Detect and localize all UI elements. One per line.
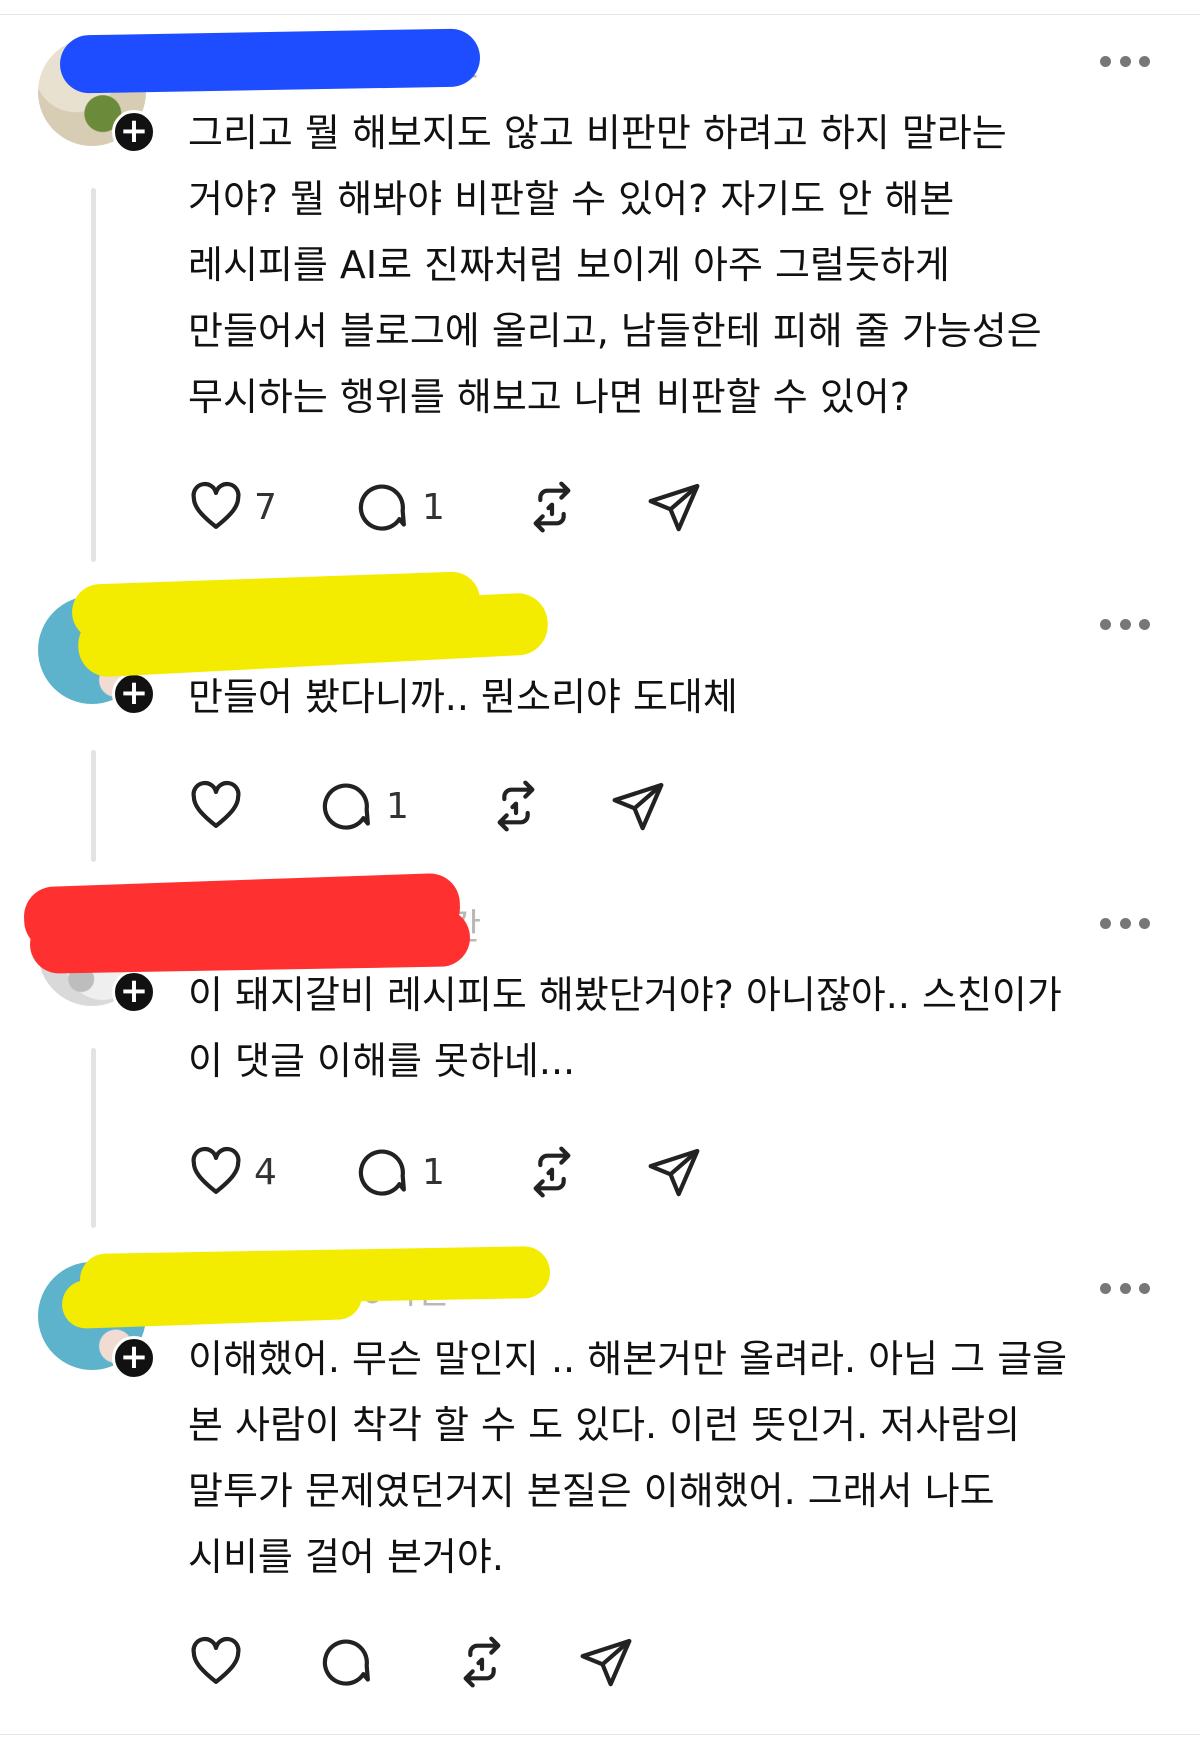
heart-icon (191, 481, 241, 529)
repost-icon (533, 481, 571, 533)
reply-button[interactable] (320, 1632, 376, 1692)
reply-count: 1 (422, 486, 445, 528)
follow-button[interactable]: + (112, 110, 156, 154)
more-icon[interactable] (1100, 55, 1150, 67)
comment-icon (322, 783, 370, 830)
text-line: 이 돼지갈비 레시피도 해봤단거야? 아니잖아.. 스친이가 (188, 973, 1062, 1017)
comment-text: 이 돼지갈비 레시피도 해봤단거야? 아니잖아.. 스친이가 이 댓글 이해를 … (188, 962, 1148, 1094)
reply-count: 1 (386, 785, 409, 827)
comment-text: 이해했어. 무슨 말인지 .. 해본거만 올려라. 아님 그 글을 본 사람이 … (188, 1326, 1148, 1590)
text-line: 만들어 봤다니까.. 뭔소리야 도대체 (188, 675, 738, 719)
repost-button[interactable] (524, 477, 580, 537)
comment-icon (358, 1149, 406, 1196)
text-line: 무시하는 행위를 해보고 나면 비판할 수 있어? (188, 375, 910, 419)
thread-line (91, 1048, 96, 1228)
text-line: 레시피를 AI로 진짜처럼 보이게 아주 그럴듯하게 (188, 243, 950, 287)
share-button[interactable] (646, 477, 702, 537)
heart-icon (191, 1146, 241, 1194)
like-count: 7 (254, 486, 277, 528)
follow-button[interactable]: + (112, 672, 156, 716)
reply-count: 1 (422, 1151, 445, 1193)
more-icon[interactable] (1100, 618, 1150, 630)
redaction-scribble (61, 1270, 363, 1330)
comment-text: 만들어 봤다니까.. 뭔소리야 도대체 (188, 664, 1148, 730)
more-icon[interactable] (1100, 1282, 1150, 1294)
like-button[interactable] (188, 776, 244, 836)
send-icon (580, 1638, 632, 1687)
send-icon (648, 483, 700, 532)
text-line: 말투가 문제였던거지 본질은 이해했어. 그래서 나도 (188, 1469, 995, 1513)
action-bar: 1 (188, 776, 788, 836)
text-line: 이 댓글 이해를 못하네... (188, 1039, 576, 1083)
reply-button[interactable]: 1 (320, 776, 409, 836)
repost-button[interactable] (524, 1142, 580, 1202)
text-line: 시비를 걸어 본거야. (188, 1535, 504, 1579)
comment-text: 그리고 뭘 해보지도 않고 비판만 하려고 하지 말라는 거야? 뭘 해봐야 비… (188, 100, 1148, 430)
heart-icon (191, 1636, 241, 1684)
repost-icon (533, 1146, 571, 1198)
send-icon (612, 782, 664, 831)
repost-icon (463, 1636, 501, 1688)
more-icon[interactable] (1100, 917, 1150, 929)
text-line: 이해했어. 무슨 말인지 .. 해본거만 올려라. 아님 그 글을 (188, 1337, 1068, 1381)
top-divider (0, 14, 1200, 15)
repost-button[interactable] (454, 1632, 510, 1692)
repost-button[interactable] (488, 776, 544, 836)
text-line: 거야? 뭘 해봐야 비판할 수 있어? 자기도 안 해본 (188, 177, 955, 221)
reply-button[interactable]: 1 (356, 1142, 445, 1202)
text-line: 본 사람이 착각 할 수 도 있다. 이런 뜻인거. 저사람의 (188, 1403, 1021, 1447)
share-button[interactable] (646, 1142, 702, 1202)
text-line: 그리고 뭘 해보지도 않고 비판만 하려고 하지 말라는 (188, 111, 1007, 155)
text-line: 만들어서 블로그에 올리고, 남들한테 피해 줄 가능성은 (188, 309, 1042, 353)
action-bar: 7 1 (188, 477, 788, 537)
comment-icon (322, 1639, 370, 1686)
heart-icon (191, 780, 241, 828)
like-count: 4 (254, 1151, 277, 1193)
action-bar (188, 1632, 788, 1692)
send-icon (648, 1148, 700, 1197)
redaction-scribble (59, 28, 481, 94)
share-button[interactable] (610, 776, 666, 836)
share-button[interactable] (578, 1632, 634, 1692)
like-button[interactable]: 7 (188, 477, 277, 537)
follow-button[interactable]: + (112, 970, 156, 1014)
action-bar: 4 1 (188, 1142, 788, 1202)
repost-icon (497, 780, 535, 832)
like-button[interactable] (188, 1632, 244, 1692)
comment-icon (358, 484, 406, 531)
like-button[interactable]: 4 (188, 1142, 277, 1202)
thread-line (91, 188, 96, 562)
bottom-divider (0, 1734, 1200, 1735)
thread-line (91, 750, 96, 862)
reply-button[interactable]: 1 (356, 477, 445, 537)
follow-button[interactable]: + (112, 1336, 156, 1380)
